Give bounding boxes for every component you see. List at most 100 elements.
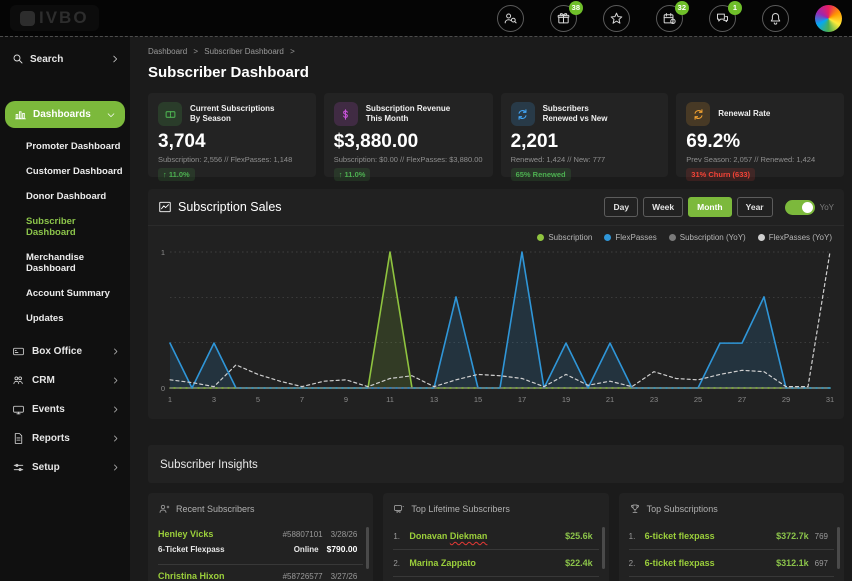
sidebar-item-events[interactable]: Events xyxy=(0,395,130,424)
stat-card-value: 69.2% xyxy=(686,131,834,153)
subscriber-name-link[interactable]: Marina Zappato xyxy=(409,558,565,568)
subscription-name-link[interactable]: 6-ticket flexpass xyxy=(645,558,776,568)
stat-card-header: Renewal Rate xyxy=(686,102,834,126)
svg-text:1: 1 xyxy=(161,248,165,257)
order-meta: #587265773/27/26 xyxy=(283,572,358,581)
sidebar-item-merchandise-dashboard[interactable]: Merchandise Dashboard xyxy=(0,245,130,281)
svg-text:0: 0 xyxy=(161,384,165,393)
recent-subscribers-card: Recent Subscribers Henley Vicks#58807101… xyxy=(148,493,373,581)
sidebar-item-customer-dashboard[interactable]: Customer Dashboard xyxy=(0,159,130,184)
subscriber-name-link[interactable]: Donavan Diekman xyxy=(409,531,565,541)
breadcrumb-subscriber-dashboard[interactable]: Subscriber Dashboard xyxy=(204,47,284,56)
top-lifetime-title: Top Lifetime Subscribers xyxy=(411,504,510,514)
scrollbar[interactable] xyxy=(602,527,605,569)
crm-icon xyxy=(12,374,25,387)
reports-icon xyxy=(12,432,25,445)
subscription-revenue: $372.7k xyxy=(776,531,809,541)
scrollbar[interactable] xyxy=(366,527,369,569)
order-date: 3/28/26 xyxy=(331,530,358,539)
stat-card-detail: Renewed: 1,424 // New: 777 xyxy=(511,155,659,164)
svg-text:11: 11 xyxy=(386,395,394,404)
svg-text:31: 31 xyxy=(826,395,834,404)
menu-item-label: Reports xyxy=(32,433,104,444)
scrollbar[interactable] xyxy=(837,527,840,569)
order-amount: $790.00 xyxy=(327,544,358,554)
svg-text:13: 13 xyxy=(430,395,438,404)
sidebar-item-box-office[interactable]: Box Office xyxy=(0,337,130,366)
range-button-month[interactable]: Month xyxy=(688,197,732,217)
sidebar: Search Dashboards Promoter DashboardCust… xyxy=(0,37,130,581)
logo-block-icon xyxy=(20,11,35,26)
legend-dot xyxy=(537,234,544,241)
sidebar-item-setup[interactable]: Setup xyxy=(0,453,130,482)
stat-card-badge: 31% Churn (633) xyxy=(686,168,755,181)
subscription-name-link[interactable]: 6-ticket flexpass xyxy=(645,531,776,541)
svg-text:25: 25 xyxy=(694,395,702,404)
chevron-right-icon xyxy=(111,347,120,356)
stat-card-title: Current SubscriptionsBy Season xyxy=(190,104,274,124)
stat-card-detail: Prev Season: 2,057 // Renewed: 1,424 xyxy=(686,155,834,164)
range-button-day[interactable]: Day xyxy=(604,197,638,217)
range-button-week[interactable]: Week xyxy=(643,197,683,217)
gifts-badge: 38 xyxy=(569,1,583,15)
rank-number: 1. xyxy=(629,532,645,541)
svg-text:3: 3 xyxy=(212,395,216,404)
sidebar-item-updates[interactable]: Updates xyxy=(0,306,130,331)
subscription-plan: 6-Ticket Flexpass xyxy=(158,545,225,554)
rank-number: 2. xyxy=(393,559,409,568)
menu-item-label: CRM xyxy=(32,375,104,386)
sync-icon xyxy=(686,102,710,126)
sidebar-item-promoter-dashboard[interactable]: Promoter Dashboard xyxy=(0,134,130,159)
breadcrumb-dashboard[interactable]: Dashboard xyxy=(148,47,187,56)
svg-text:29: 29 xyxy=(782,395,790,404)
stat-card-detail: Subscription: $0.00 // FlexPasses: $3,88… xyxy=(334,155,483,164)
svg-text:27: 27 xyxy=(738,395,746,404)
notifications-button[interactable] xyxy=(762,5,789,32)
subscriber-insights-header: Subscriber Insights xyxy=(148,445,844,483)
app-logo[interactable]: IVBO xyxy=(10,5,99,31)
logo-text: IVBO xyxy=(39,8,89,28)
gifts-button[interactable]: 38 xyxy=(550,5,577,32)
top-subscriptions-card: Top Subscriptions 1.6-ticket flexpass$37… xyxy=(619,493,844,581)
menu-item-label: Setup xyxy=(32,462,104,473)
subscriber-name-link[interactable]: Henley Vicks xyxy=(158,529,213,539)
stat-card-header: Current SubscriptionsBy Season xyxy=(158,102,306,126)
stat-card-badge: 65% Renewed xyxy=(511,168,571,181)
sidebar-item-donor-dashboard[interactable]: Donor Dashboard xyxy=(0,184,130,209)
legend-dot xyxy=(669,234,676,241)
sidebar-item-crm[interactable]: CRM xyxy=(0,366,130,395)
ticket-icon xyxy=(158,102,182,126)
favorites-button[interactable] xyxy=(603,5,630,32)
calendar-button[interactable]: 32 xyxy=(656,5,683,32)
user-avatar[interactable] xyxy=(815,5,842,32)
stat-cards-row: Current SubscriptionsBy Season 3,704 Subsc… xyxy=(148,93,844,177)
sidebar-search[interactable]: Search xyxy=(0,43,130,75)
stat-card-value: 3,704 xyxy=(158,131,306,153)
yoy-toggle-label: YoY xyxy=(820,203,834,212)
legend-subscription: Subscription xyxy=(537,233,592,242)
range-button-year[interactable]: Year xyxy=(737,197,773,217)
stat-card-value: $3,880.00 xyxy=(334,131,483,153)
chevron-right-icon xyxy=(111,463,120,472)
stat-card-badge: ↑ 11.0% xyxy=(158,168,195,181)
box-office-icon xyxy=(12,345,25,358)
stat-card-header: SubscribersRenewed vs New xyxy=(511,102,659,126)
sidebar-menu: Box Office CRM Events Reports Setup xyxy=(0,337,130,482)
user-search-button[interactable] xyxy=(497,5,524,32)
sidebar-item-subscriber-dashboard[interactable]: Subscriber Dashboard xyxy=(0,209,130,245)
lifetime-value: $22.4k xyxy=(565,558,593,568)
subscriber-name-link[interactable]: Christina Hixon xyxy=(158,571,225,581)
subscription-count: 769 xyxy=(815,532,828,541)
yoy-toggle[interactable] xyxy=(785,200,815,215)
sidebar-item-dashboards[interactable]: Dashboards xyxy=(5,101,125,128)
sidebar-item-reports[interactable]: Reports xyxy=(0,424,130,453)
messages-button[interactable]: 1 xyxy=(709,5,736,32)
person-icon xyxy=(158,503,170,515)
order-amount-group: Online$790.00 xyxy=(294,539,358,557)
sidebar-item-account-summary[interactable]: Account Summary xyxy=(0,281,130,306)
messages-badge: 1 xyxy=(728,1,742,15)
stat-card-4: Renewal Rate 69.2% Prev Season: 2,057 // R… xyxy=(676,93,844,177)
order-number: #58807101 xyxy=(283,530,323,539)
subscription-sales-panel: Subscription Sales DayWeekMonthYear YoY … xyxy=(148,189,844,419)
search-icon xyxy=(12,53,24,65)
